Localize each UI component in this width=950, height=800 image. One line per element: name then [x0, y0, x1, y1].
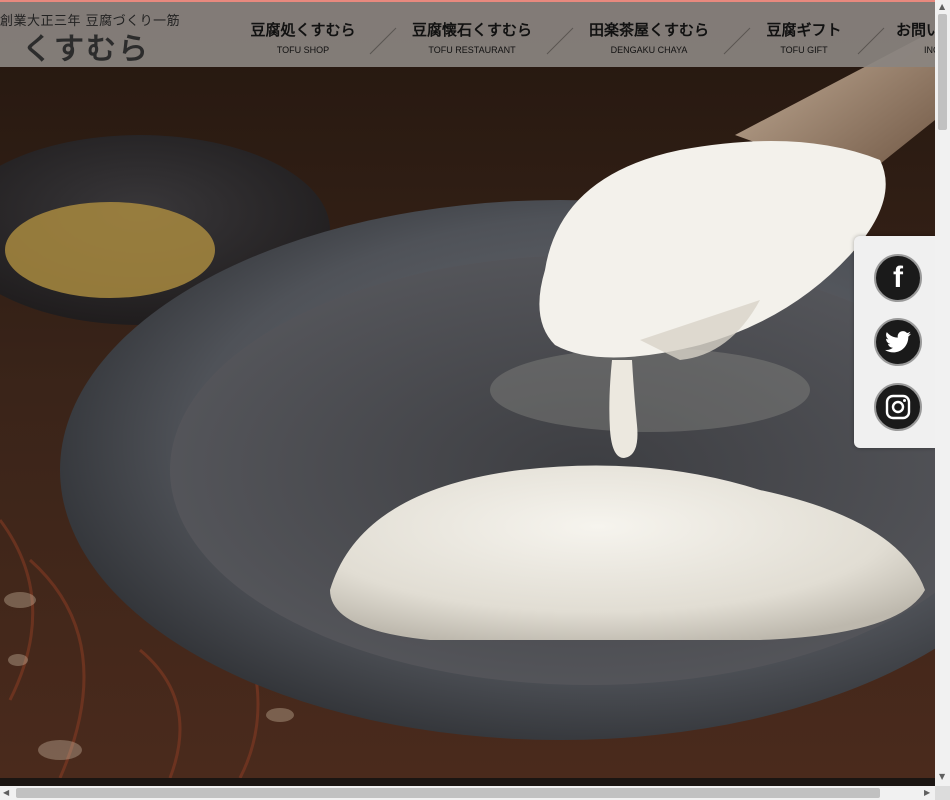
nav-label-jp: お問い: [896, 21, 935, 39]
vertical-scroll-thumb[interactable]: [938, 14, 947, 130]
scroll-right-arrow-icon[interactable]: ▶: [924, 788, 930, 798]
nav-label-en: DENGAKU CHAYA: [610, 45, 688, 55]
nav-label-en: TOFU RESTAURANT: [428, 45, 516, 55]
scroll-down-arrow-icon[interactable]: ▼: [939, 772, 945, 782]
twitter-icon: [885, 331, 911, 353]
social-panel: f: [854, 236, 935, 448]
nav-label-jp: 豆腐ギフト: [766, 21, 842, 39]
nav-tofu-shop[interactable]: 豆腐処くすむら TOFU SHOP: [240, 2, 366, 67]
instagram-icon: [885, 394, 911, 420]
site-header: 創業大正三年 豆腐づくり一筋 くすむら 豆腐処くすむら TOFU SHOP 豆腐…: [0, 2, 935, 67]
nav-tofu-restaurant[interactable]: 豆腐懐石くすむら TOFU RESTAURANT: [402, 2, 542, 67]
nav-separator: [369, 27, 397, 55]
nav-label-en: TOFU SHOP: [276, 45, 330, 55]
instagram-button[interactable]: [874, 383, 922, 431]
nav-label-en: INQ: [924, 45, 935, 55]
nav-separator: [546, 27, 574, 55]
nav-dengaku-chaya[interactable]: 田楽茶屋くすむら DENGAKU CHAYA: [579, 2, 719, 67]
nav-separator: [723, 27, 751, 55]
scroll-up-arrow-icon[interactable]: ▲: [939, 2, 945, 12]
site-logo[interactable]: くすむら: [22, 24, 150, 67]
scroll-left-arrow-icon[interactable]: ◀: [3, 788, 9, 798]
nav-separator: [857, 27, 885, 55]
facebook-icon: f: [893, 261, 903, 294]
nav-label-jp: 田楽茶屋くすむら: [588, 21, 709, 39]
nav-label-en: TOFU GIFT: [780, 45, 828, 55]
facebook-button[interactable]: f: [874, 254, 922, 302]
scrollbar-corner: [935, 786, 950, 800]
nav-label-jp: 豆腐懐石くすむら: [411, 21, 532, 39]
hero-image: [0, 0, 935, 778]
nav-inquiry[interactable]: お問い INQ: [896, 2, 935, 67]
nav-tofu-gift[interactable]: 豆腐ギフト TOFU GIFT: [756, 2, 852, 67]
horizontal-scroll-thumb[interactable]: [16, 788, 880, 798]
nav-label-jp: 豆腐処くすむら: [250, 21, 356, 39]
twitter-button[interactable]: [874, 318, 922, 366]
